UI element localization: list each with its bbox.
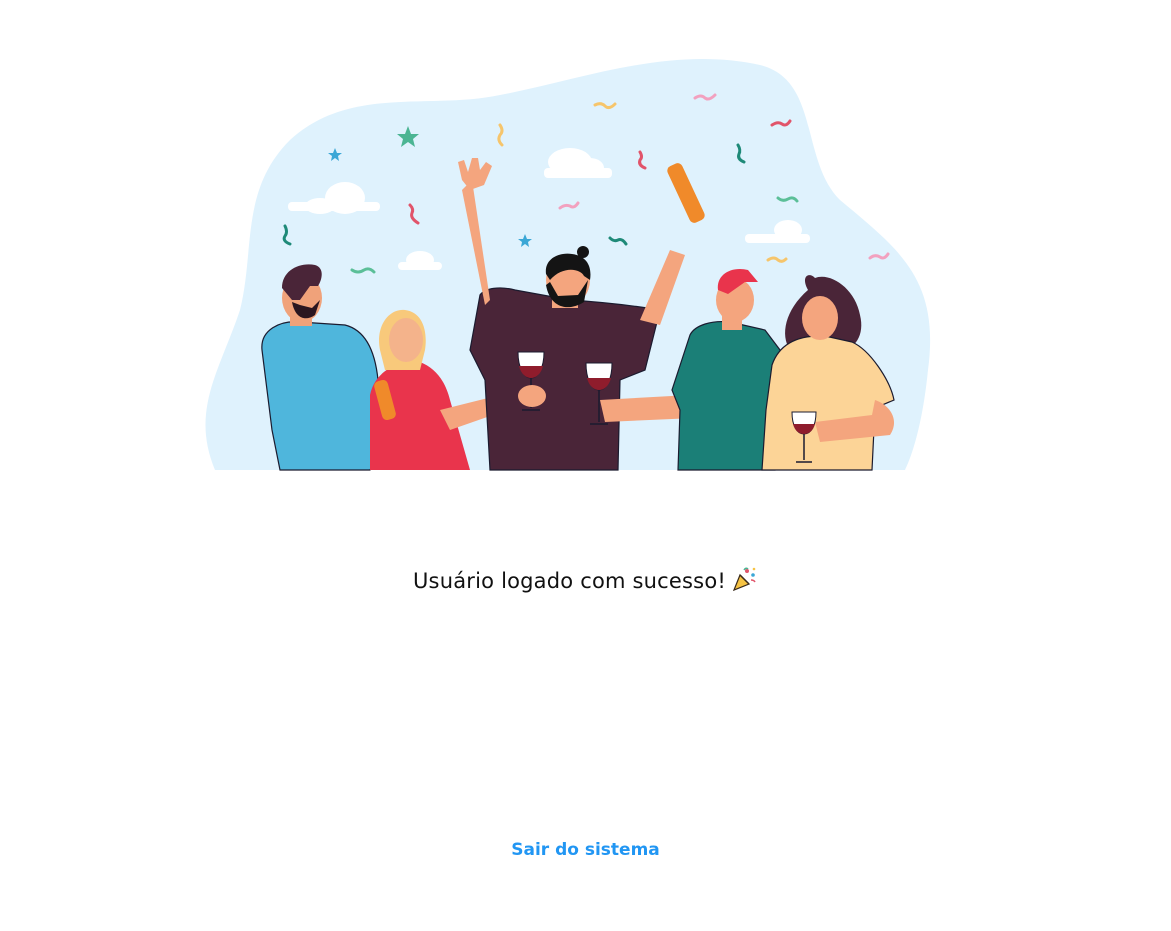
logout-link[interactable]: Sair do sistema [511, 840, 660, 860]
party-popper-icon [732, 566, 758, 597]
logout-container: Sair do sistema [0, 840, 1171, 860]
login-success-message: Usuário logado com sucesso! [0, 566, 1171, 597]
login-success-text: Usuário logado com sucesso! [412, 569, 726, 593]
party-celebration-illustration [200, 50, 940, 475]
party-illustration-svg [205, 58, 931, 471]
